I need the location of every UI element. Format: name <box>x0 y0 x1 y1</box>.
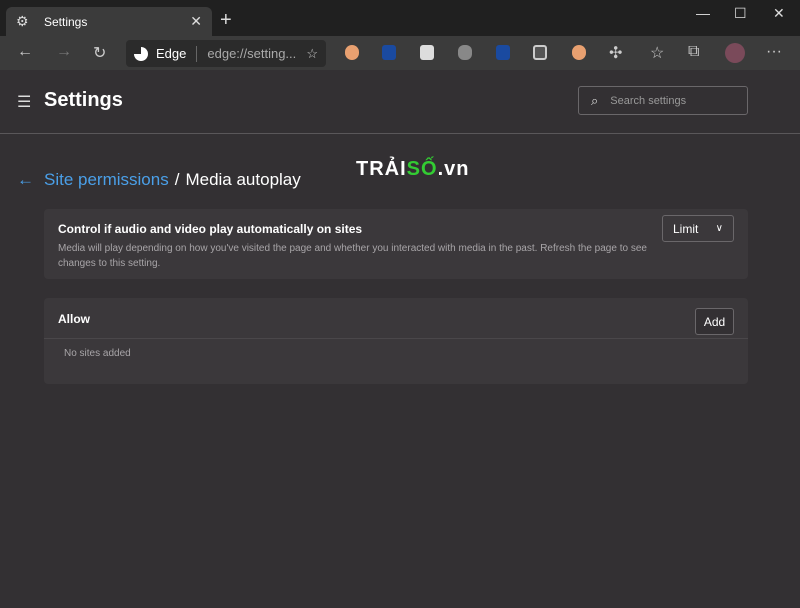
search-placeholder: Search settings <box>610 94 687 107</box>
url-text: edge://setting... <box>207 46 297 61</box>
extension-j-icon[interactable] <box>382 45 396 60</box>
forward-icon[interactable]: → <box>56 43 72 61</box>
tab-title: Settings <box>44 14 88 29</box>
chevron-down-icon: ∨ <box>715 223 723 234</box>
search-icon: ⌕ <box>591 92 599 108</box>
toolbar: ← → ↻ Edge edge://setting... ☆ ✣ ☆ ⧉ ··· <box>0 36 800 70</box>
selected-value: Limit <box>673 221 699 236</box>
title-bar: ⚙ Settings ✕ + — ☐ ✕ <box>0 0 800 36</box>
extension-icon[interactable] <box>458 45 472 60</box>
breadcrumb-separator: / <box>174 170 180 189</box>
tab-settings[interactable]: ⚙ Settings ✕ <box>6 7 212 36</box>
back-arrow-icon[interactable]: ← <box>17 170 34 190</box>
allow-card: Allow Add No sites added <box>44 298 748 384</box>
breadcrumb-current: Media autoplay <box>185 170 301 189</box>
settings-header: ☰ Settings ⌕ Search settings <box>0 70 800 134</box>
maximize-button[interactable]: ☐ <box>734 5 747 22</box>
back-icon[interactable]: ← <box>17 43 33 61</box>
more-menu-icon[interactable]: ··· <box>766 43 782 61</box>
extensions-puzzle-icon[interactable]: ✣ <box>609 43 622 63</box>
address-bar[interactable]: Edge edge://setting... ☆ <box>126 40 326 67</box>
autoplay-select[interactable]: Limit ∨ <box>662 215 734 242</box>
site-label: Edge <box>156 46 187 61</box>
breadcrumb-site-permissions[interactable]: Site permissions <box>44 170 169 190</box>
add-button[interactable]: Add <box>695 308 734 335</box>
picture-in-picture-icon[interactable] <box>533 45 547 60</box>
breadcrumb: ← Site permissions / Media autoplay <box>17 170 301 190</box>
gear-icon: ⚙ <box>16 13 29 29</box>
divider <box>196 45 198 62</box>
divider <box>44 338 748 339</box>
setting-description: Media will play depending on how you've … <box>58 243 647 269</box>
edge-logo-icon <box>134 46 148 61</box>
autoplay-setting-card: Control if audio and video play automati… <box>44 209 748 279</box>
allow-title: Allow <box>58 312 90 326</box>
close-window-button[interactable]: ✕ <box>773 5 785 22</box>
extension-icon[interactable] <box>345 45 359 60</box>
search-input[interactable]: ⌕ Search settings <box>578 86 748 115</box>
extension-j-icon[interactable] <box>496 45 510 60</box>
new-tab-button[interactable]: + <box>220 9 232 32</box>
extension-icon[interactable] <box>572 45 586 60</box>
hamburger-menu-icon[interactable]: ☰ <box>17 92 31 112</box>
collections-icon[interactable]: ⧉ <box>688 43 699 61</box>
profile-avatar[interactable] <box>725 43 745 63</box>
favorites-icon[interactable]: ☆ <box>650 43 664 63</box>
setting-title: Control if audio and video play automati… <box>58 222 363 236</box>
refresh-icon[interactable]: ↻ <box>93 43 106 63</box>
minimize-button[interactable]: — <box>696 5 710 21</box>
page-title: Settings <box>44 89 123 111</box>
watermark-logo: TRẢISỐ.vn <box>356 158 470 180</box>
empty-state: No sites added <box>64 348 131 359</box>
qr-code-icon[interactable] <box>420 45 434 60</box>
close-tab-icon[interactable]: ✕ <box>190 13 202 30</box>
add-favorite-icon[interactable]: ☆ <box>306 46 318 62</box>
